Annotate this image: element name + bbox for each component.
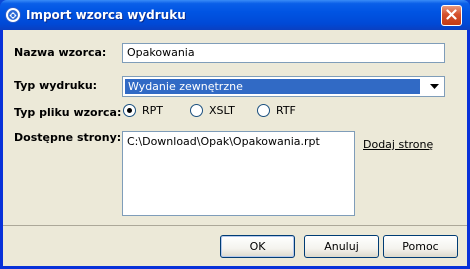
radio-rpt-label: RPT: [142, 104, 163, 117]
print-type-label: Typ wydruku:: [14, 79, 98, 92]
radio-xslt[interactable]: XSLT: [190, 104, 235, 117]
radio-rtf[interactable]: RTF: [257, 104, 296, 117]
file-type-label: Typ pliku wzorca:: [14, 106, 122, 119]
pages-label: Dostępne strony:: [14, 131, 122, 144]
radio-rtf-label: RTF: [276, 104, 296, 117]
radio-xslt-label: XSLT: [209, 104, 235, 117]
help-button[interactable]: Pomoc: [383, 235, 458, 258]
close-button[interactable]: [441, 5, 462, 26]
radio-xslt-indicator[interactable]: [190, 104, 203, 117]
add-page-link[interactable]: Dodaj stronę: [363, 138, 433, 151]
cancel-button[interactable]: Anuluj: [304, 235, 379, 258]
button-bar: OK Anuluj Pomoc: [3, 225, 467, 267]
radio-rpt[interactable]: RPT: [123, 104, 163, 117]
gear-app-icon: [5, 7, 21, 23]
pages-list[interactable]: C:\Download\Opak\Opakowania.rpt: [122, 131, 355, 216]
ok-button[interactable]: OK: [220, 235, 295, 258]
radio-rtf-indicator[interactable]: [257, 104, 270, 117]
template-name-input[interactable]: Opakowania: [122, 43, 445, 63]
close-icon: [446, 8, 457, 23]
dialog-body: Nazwa wzorca: Opakowania Typ wydruku: Wy…: [3, 30, 467, 266]
dialog-window: Import wzorca wydruku Nazwa wzorca: Opak…: [0, 0, 470, 269]
window-title: Import wzorca wydruku: [26, 8, 186, 22]
title-bar[interactable]: Import wzorca wydruku: [0, 0, 470, 30]
template-name-label: Nazwa wzorca:: [14, 46, 107, 59]
radio-rpt-indicator[interactable]: [123, 104, 136, 117]
chevron-down-icon[interactable]: [426, 78, 443, 95]
print-type-selected-value: Wydanie zewnętrzne: [125, 79, 420, 94]
print-type-select[interactable]: Wydanie zewnętrzne: [122, 76, 445, 97]
